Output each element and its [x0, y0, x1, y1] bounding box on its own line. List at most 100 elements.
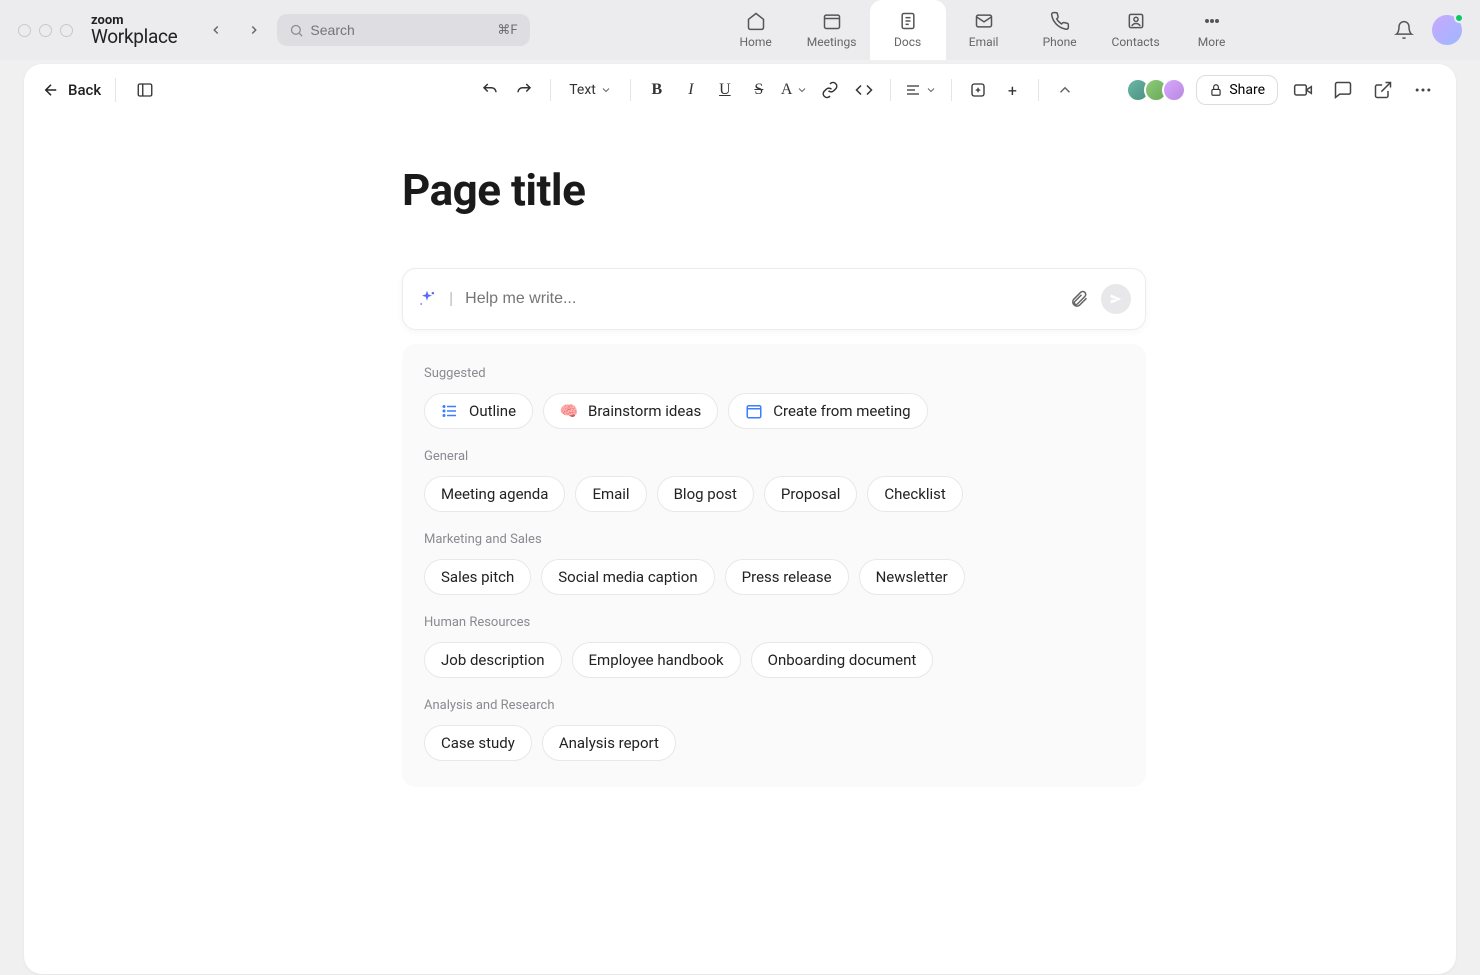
- search-input[interactable]: [310, 22, 491, 38]
- chip-email[interactable]: Email: [575, 476, 646, 512]
- share-label: Share: [1229, 82, 1265, 98]
- nav-contacts[interactable]: Contacts: [1098, 0, 1174, 60]
- doc-body: Page title | Suggested Outline 🧠: [24, 116, 1456, 787]
- analysis-label: Analysis and Research: [424, 698, 1124, 713]
- chip-sales-pitch[interactable]: Sales pitch: [424, 559, 531, 595]
- notifications-icon[interactable]: [1394, 20, 1414, 40]
- link-button[interactable]: [814, 74, 846, 106]
- send-button[interactable]: [1101, 284, 1131, 314]
- chip-label: Newsletter: [876, 568, 948, 586]
- comment-icon: [1333, 80, 1353, 100]
- nav-docs-label: Docs: [894, 35, 921, 49]
- code-icon: [855, 81, 873, 99]
- chip-blog-post[interactable]: Blog post: [657, 476, 754, 512]
- collapse-toolbar[interactable]: [1049, 74, 1081, 106]
- general-label: General: [424, 449, 1124, 464]
- share-button[interactable]: Share: [1196, 75, 1278, 105]
- window-minimize[interactable]: [39, 24, 52, 37]
- panel-icon: [136, 81, 154, 99]
- window-maximize[interactable]: [60, 24, 73, 37]
- doc-icon: [898, 11, 918, 31]
- chip-label: Email: [592, 485, 629, 503]
- sidebar-toggle[interactable]: [130, 75, 160, 105]
- chip-checklist[interactable]: Checklist: [867, 476, 962, 512]
- chip-label: Create from meeting: [773, 402, 910, 420]
- text-color-icon: A: [781, 81, 793, 99]
- video-icon: [1293, 80, 1313, 100]
- attachment-icon[interactable]: [1069, 289, 1089, 309]
- nav-home[interactable]: Home: [718, 0, 794, 60]
- chip-newsletter[interactable]: Newsletter: [859, 559, 965, 595]
- nav-forward[interactable]: [239, 15, 269, 45]
- strikethrough-button[interactable]: S: [743, 74, 775, 106]
- video-button[interactable]: [1288, 75, 1318, 105]
- brand-logo: zoom Workplace: [91, 14, 177, 46]
- text-color-dropdown[interactable]: A: [777, 74, 813, 106]
- insert-icon: [969, 81, 987, 99]
- chip-social-media-caption[interactable]: Social media caption: [541, 559, 714, 595]
- search-box[interactable]: ⌘F: [277, 14, 529, 46]
- chip-employee-handbook[interactable]: Employee handbook: [572, 642, 741, 678]
- chip-outline[interactable]: Outline: [424, 393, 533, 429]
- chip-label: Outline: [469, 402, 516, 420]
- more-options-button[interactable]: [1408, 75, 1438, 105]
- collaborator-avatars[interactable]: [1126, 78, 1186, 102]
- nav-docs[interactable]: Docs: [870, 0, 946, 60]
- separator: [1038, 79, 1039, 101]
- chip-job-description[interactable]: Job description: [424, 642, 562, 678]
- user-avatar[interactable]: [1432, 15, 1462, 45]
- nav-meetings-label: Meetings: [807, 35, 857, 49]
- text-style-dropdown[interactable]: Text: [561, 74, 620, 106]
- back-label: Back: [68, 81, 101, 99]
- brainstorm-icon: 🧠: [560, 402, 578, 420]
- presence-indicator: [1454, 13, 1464, 23]
- chip-press-release[interactable]: Press release: [725, 559, 849, 595]
- chip-create-from-meeting[interactable]: Create from meeting: [728, 393, 927, 429]
- comment-button[interactable]: [1328, 75, 1358, 105]
- page-title[interactable]: Page title: [402, 164, 1456, 216]
- open-external-button[interactable]: [1368, 75, 1398, 105]
- chevron-down-icon: [925, 84, 937, 96]
- nav-email[interactable]: Email: [946, 0, 1022, 60]
- chevron-down-icon: [600, 84, 612, 96]
- nav-phone[interactable]: Phone: [1022, 0, 1098, 60]
- chip-label: Brainstorm ideas: [588, 402, 701, 420]
- ai-input-row[interactable]: |: [402, 268, 1146, 330]
- plus-circle-icon: +: [1008, 81, 1017, 100]
- nav-back[interactable]: [201, 15, 231, 45]
- more-icon: [1202, 11, 1222, 31]
- add-button[interactable]: +: [996, 74, 1028, 106]
- chip-label: Checklist: [884, 485, 945, 503]
- chip-meeting-agenda[interactable]: Meeting agenda: [424, 476, 565, 512]
- calendar-icon: [745, 402, 763, 420]
- window-close[interactable]: [18, 24, 31, 37]
- suggestions-card: Suggested Outline 🧠 Brainstorm ideas Cre…: [402, 344, 1146, 787]
- nav-more[interactable]: More: [1174, 0, 1250, 60]
- nav-contacts-label: Contacts: [1112, 35, 1160, 49]
- nav-meetings[interactable]: Meetings: [794, 0, 870, 60]
- nav-more-label: More: [1198, 35, 1226, 49]
- code-button[interactable]: [848, 74, 880, 106]
- external-icon: [1373, 80, 1393, 100]
- chip-case-study[interactable]: Case study: [424, 725, 532, 761]
- redo-button[interactable]: [508, 74, 540, 106]
- nav-email-label: Email: [969, 35, 999, 49]
- chip-analysis-report[interactable]: Analysis report: [542, 725, 676, 761]
- back-button[interactable]: Back: [42, 81, 101, 99]
- chip-proposal[interactable]: Proposal: [764, 476, 857, 512]
- bold-button[interactable]: B: [641, 74, 673, 106]
- chip-brainstorm[interactable]: 🧠 Brainstorm ideas: [543, 393, 718, 429]
- insert-button[interactable]: [962, 74, 994, 106]
- chip-onboarding-document[interactable]: Onboarding document: [751, 642, 934, 678]
- main-nav: Home Meetings Docs Email Phone Contacts …: [718, 0, 1250, 60]
- lock-icon: [1209, 83, 1223, 97]
- ai-assist-panel: | Suggested Outline 🧠 Brainstorm ideas: [402, 268, 1146, 787]
- ai-prompt-input[interactable]: [465, 290, 1057, 308]
- separator: [890, 79, 891, 101]
- align-dropdown[interactable]: [901, 74, 941, 106]
- underline-button[interactable]: U: [709, 74, 741, 106]
- doc-toolbar: Back Text B I U S A: [24, 64, 1456, 116]
- italic-button[interactable]: I: [675, 74, 707, 106]
- chevron-up-icon: [1056, 81, 1074, 99]
- undo-button[interactable]: [474, 74, 506, 106]
